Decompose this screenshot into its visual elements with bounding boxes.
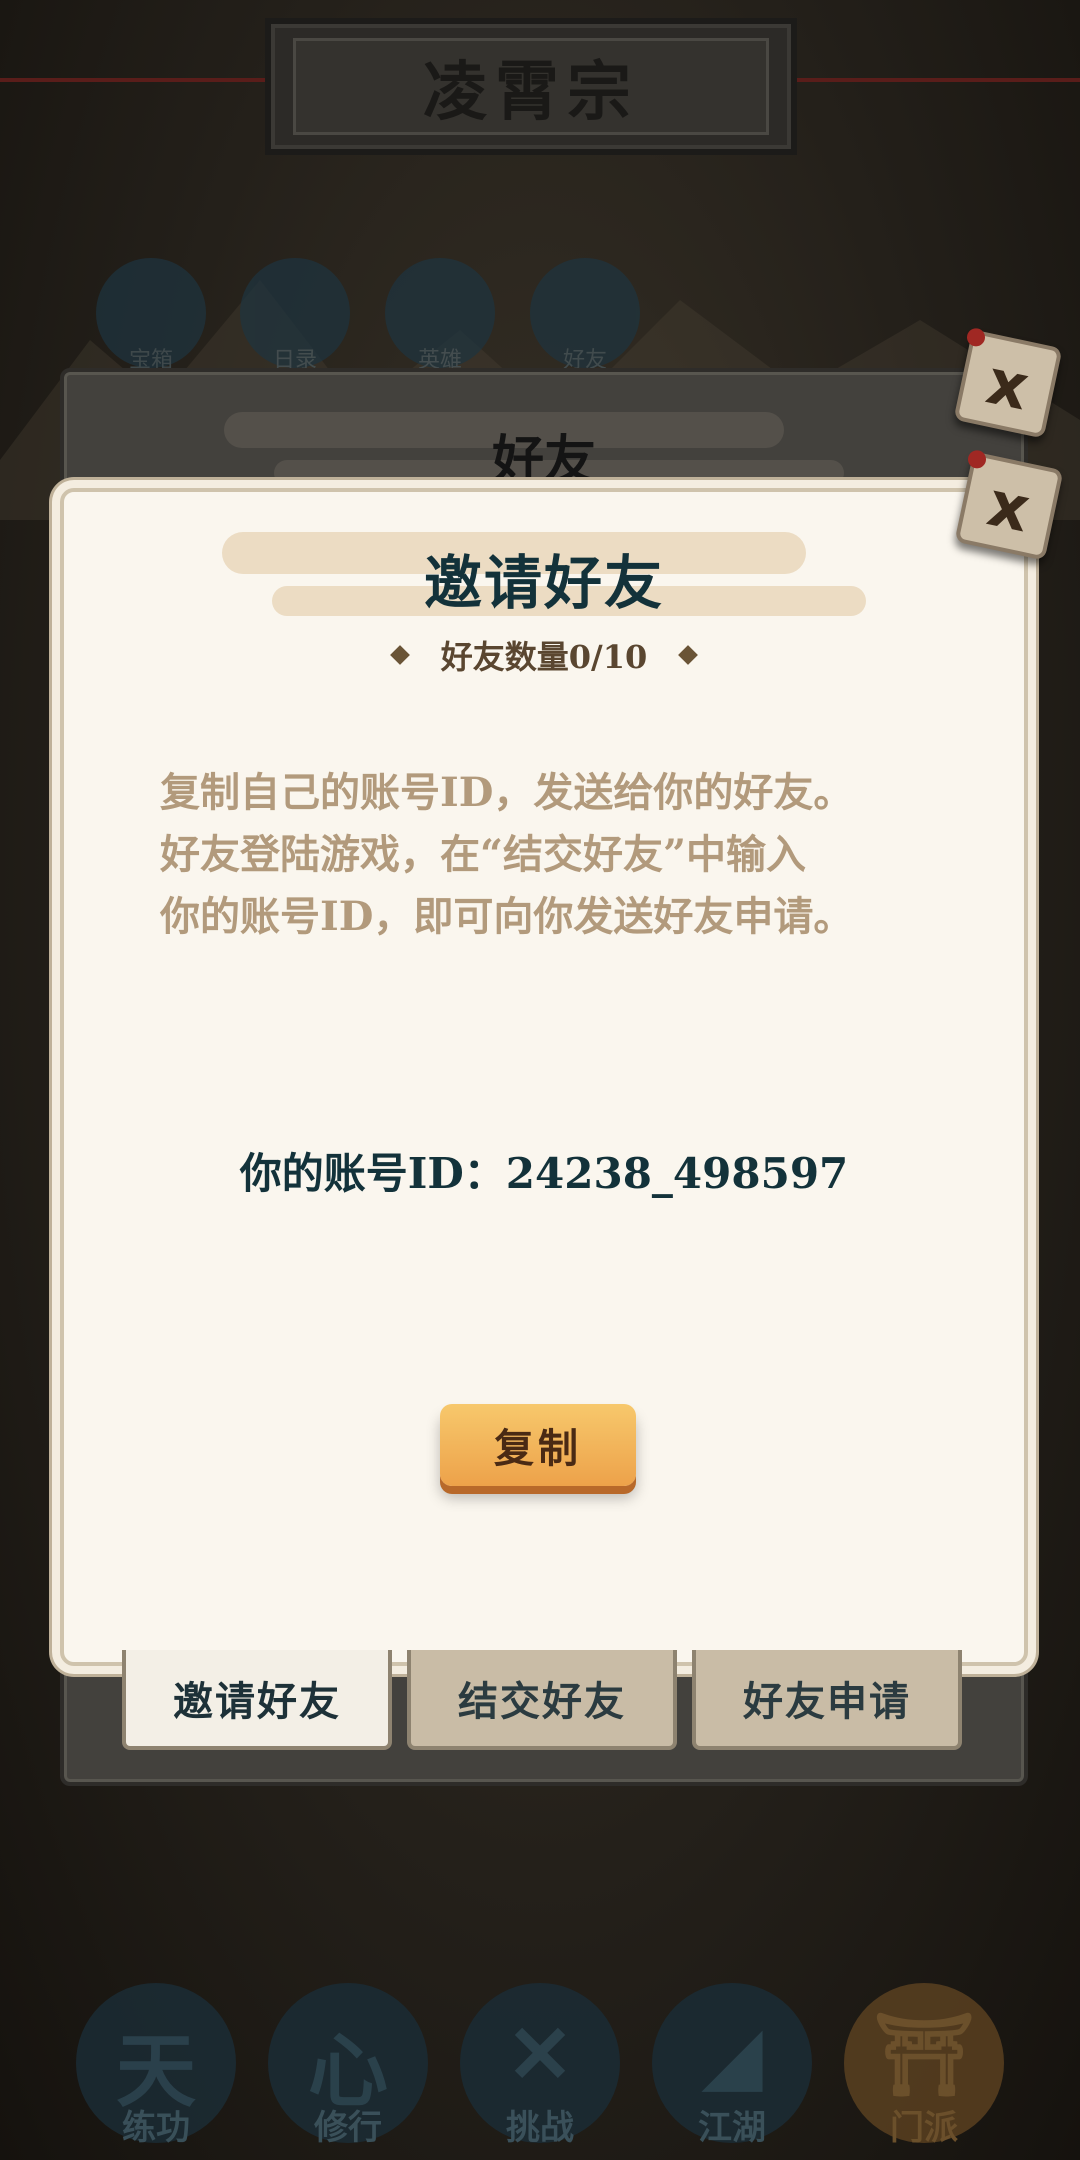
gate-icon: ⛩ <box>873 2007 975 2101</box>
sect-name: 凌霄宗 <box>423 54 639 130</box>
friends-panel-title: 好友 <box>491 430 596 491</box>
scroll-icon[interactable]: 日录 <box>240 258 350 373</box>
bottom-nav: 天 练功 心 修行 ✕ 挑战 ◢ 江湖 ⛩ 门派 <box>0 1965 1080 2160</box>
friends-tabs: 邀请好友 结交好友 好友申请 <box>122 1650 962 1750</box>
nav-train[interactable]: 天 练功 <box>76 1983 236 2148</box>
nav-jianghu[interactable]: ◢ 江湖 <box>652 1983 812 2148</box>
account-id: 你的账号ID：24238_498597 <box>239 1149 849 1198</box>
friend-count-row: 好友数量0/10 <box>64 632 1024 678</box>
banner-rope-left <box>0 78 265 82</box>
dialog-title: 邀请好友 <box>423 549 664 617</box>
tab-friend-requests[interactable]: 好友申请 <box>692 1650 962 1750</box>
close-icon[interactable]: x <box>954 448 1064 561</box>
friend-count: 好友数量0/10 <box>440 638 648 676</box>
nav-cultivate[interactable]: 心 修行 <box>268 1983 428 2148</box>
diamond-icon <box>389 645 410 665</box>
bag-icon[interactable]: 宝箱 <box>96 258 206 373</box>
banner-rope-right <box>785 78 1080 82</box>
swords-icon: ✕ <box>506 2007 574 2101</box>
tab-invite-friends[interactable]: 邀请好友 <box>122 1650 392 1750</box>
nav-sect[interactable]: ⛩ 门派 <box>844 1983 1004 2148</box>
sect-banner: 凌霄宗 <box>265 18 797 155</box>
copy-button[interactable]: 复制 <box>440 1404 636 1486</box>
flower-icon[interactable]: 英雄 <box>385 258 495 373</box>
close-icon[interactable]: x <box>953 326 1063 439</box>
tab-make-friends[interactable]: 结交好友 <box>407 1650 677 1750</box>
invite-description: 复制自己的账号ID，发送给你的好友。 好友登陆游戏，在“结交好友”中输入 你的账… <box>160 769 854 940</box>
mountain-icon: ◢ <box>701 2007 763 2101</box>
diamond-icon <box>678 645 699 665</box>
people-icon[interactable]: 好友 <box>530 258 640 373</box>
invite-dialog: 邀请好友 好友数量0/10 复制自己的账号ID，发送给你的好友。 好友登陆游戏，… <box>60 488 1028 1666</box>
nav-challenge[interactable]: ✕ 挑战 <box>460 1983 620 2148</box>
